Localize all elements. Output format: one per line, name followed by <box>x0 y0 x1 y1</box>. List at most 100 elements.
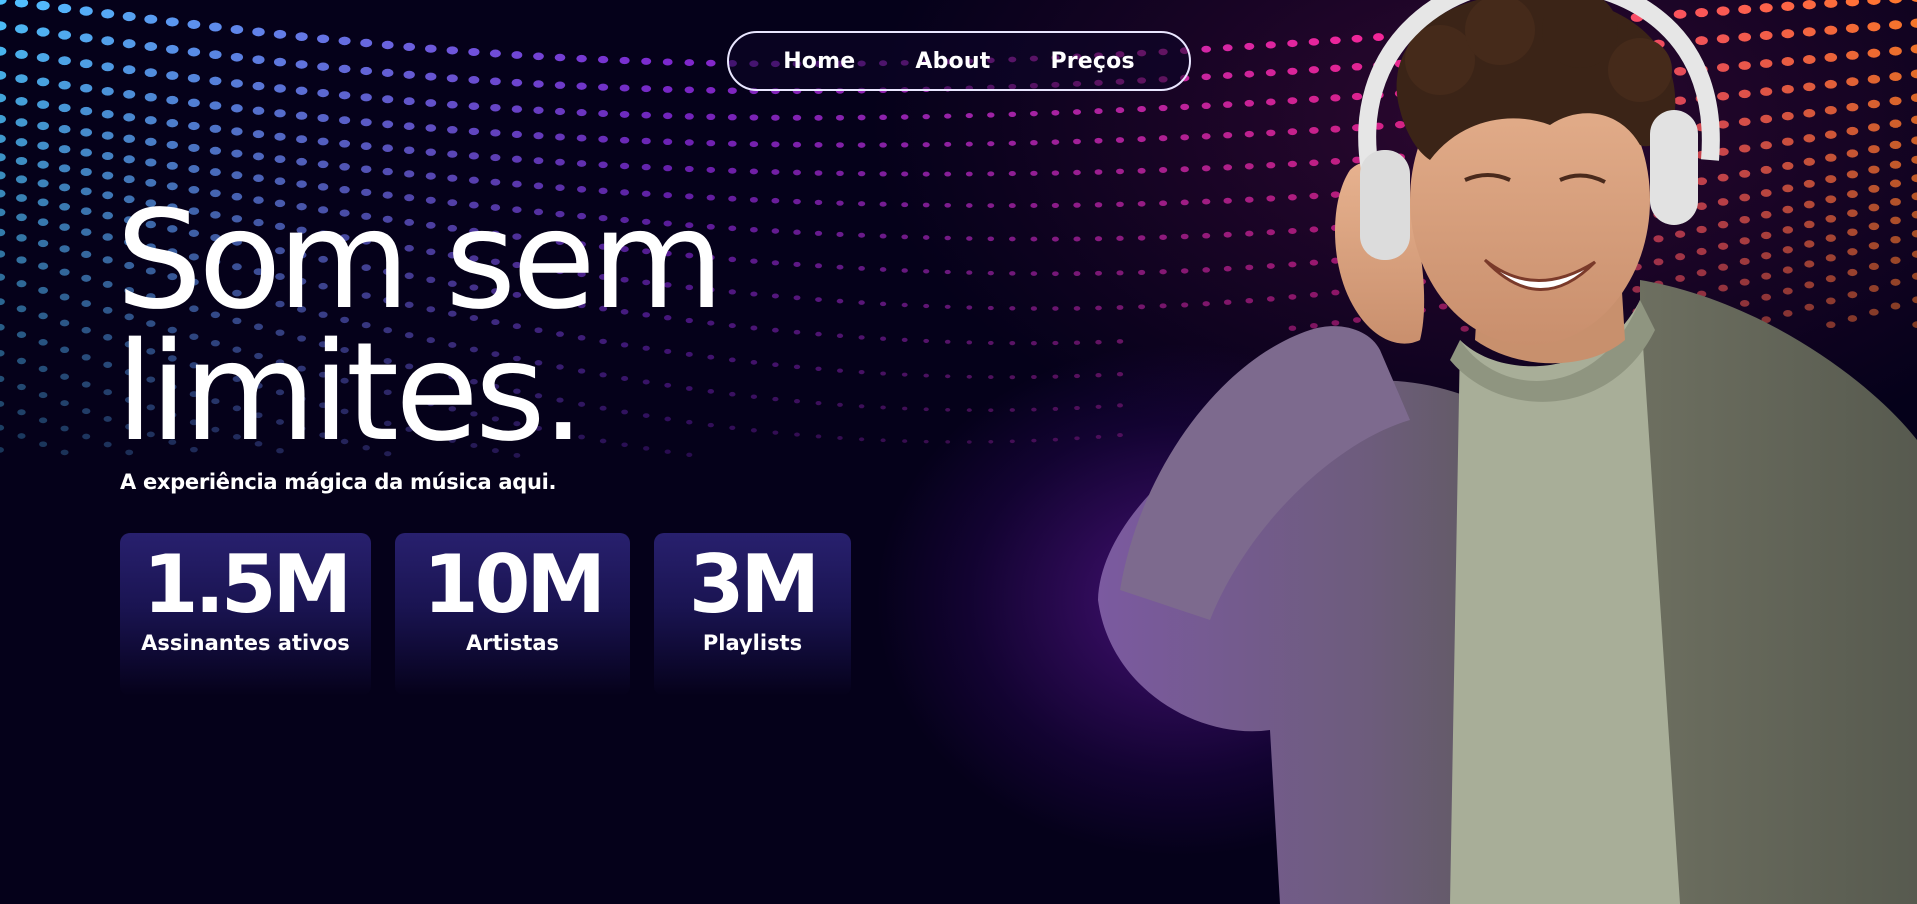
background-dot <box>382 120 394 129</box>
background-dot <box>1051 202 1059 208</box>
background-dot <box>987 203 995 209</box>
hero-title-line-2: limites. <box>116 314 585 472</box>
background-dot <box>1008 236 1016 242</box>
background-dot <box>404 170 415 178</box>
background-dot <box>60 400 69 407</box>
nav-home-link[interactable]: Home <box>783 49 855 74</box>
background-dot <box>38 365 48 373</box>
background-dot <box>1074 405 1080 411</box>
background-dot <box>14 0 29 8</box>
background-dot <box>727 114 737 121</box>
background-dot <box>0 228 6 237</box>
background-dot <box>684 59 695 67</box>
background-dot <box>490 129 501 137</box>
background-dot <box>403 70 415 79</box>
background-dot <box>102 306 113 314</box>
background-dot <box>1009 271 1016 276</box>
background-dot <box>1008 171 1016 177</box>
background-dot <box>38 286 49 294</box>
background-dot <box>339 116 351 125</box>
background-dot <box>60 425 69 432</box>
background-dot <box>209 124 222 133</box>
background-dot <box>317 137 329 146</box>
background-dot <box>1009 306 1016 311</box>
background-dot <box>403 122 415 131</box>
nav-precos-link[interactable]: Preços <box>1050 49 1134 74</box>
background-dot <box>944 269 951 275</box>
background-dot <box>123 65 136 75</box>
background-dot <box>403 42 416 52</box>
background-dot <box>145 158 157 167</box>
background-dot <box>944 339 951 344</box>
nav-about-link[interactable]: About <box>915 49 990 74</box>
background-dot <box>166 119 179 128</box>
background-dot <box>101 109 114 119</box>
background-dot <box>15 138 28 147</box>
background-dot <box>37 218 49 226</box>
background-dot <box>749 141 759 148</box>
background-dot <box>296 157 308 166</box>
background-dot <box>987 236 995 242</box>
background-dot <box>468 47 480 57</box>
background-dot <box>641 137 651 145</box>
background-dot <box>231 104 243 113</box>
background-dot <box>727 87 737 94</box>
background-dot <box>533 80 544 88</box>
background-dot <box>317 88 329 98</box>
background-dot <box>468 102 480 111</box>
background-dot <box>79 33 93 43</box>
background-dot <box>727 140 737 147</box>
background-dot <box>1030 306 1038 311</box>
background-dot <box>16 280 27 288</box>
background-dot <box>1031 374 1037 380</box>
background-dot <box>641 163 651 171</box>
background-dot <box>857 170 866 177</box>
background-dot <box>0 208 6 217</box>
stat-value: 1.5M <box>142 538 352 631</box>
background-dot <box>511 78 523 87</box>
background-dot <box>58 145 71 154</box>
background-dot <box>662 58 673 66</box>
background-dot <box>274 155 286 164</box>
background-dot <box>554 107 566 116</box>
background-dot <box>0 21 7 31</box>
background-dot <box>835 114 845 121</box>
background-dot <box>555 133 565 141</box>
background-dot <box>123 113 136 122</box>
background-dot <box>60 346 70 354</box>
background-dot <box>59 293 70 301</box>
background-dot <box>836 142 844 148</box>
background-dot <box>231 171 243 180</box>
background-dot <box>36 77 50 87</box>
background-dot <box>296 135 308 144</box>
background-dot <box>81 250 92 259</box>
background-dot <box>1031 438 1037 443</box>
background-dot <box>425 44 437 53</box>
background-dot <box>144 68 157 77</box>
background-dot <box>425 148 436 156</box>
background-dot <box>102 211 114 220</box>
background-dot <box>1008 140 1016 146</box>
hero-section: Home About Preços Som sem limites. A exp… <box>0 0 1917 904</box>
background-dot <box>425 72 437 81</box>
background-dot <box>145 137 157 146</box>
background-dot <box>338 36 351 46</box>
background-dot <box>0 153 6 162</box>
background-dot <box>0 134 6 143</box>
background-dot <box>360 38 373 48</box>
background-dot <box>403 97 415 106</box>
background-dot <box>81 354 91 361</box>
background-dot <box>576 82 587 90</box>
background-dot <box>209 146 222 155</box>
background-dot <box>382 95 394 104</box>
background-dot <box>37 239 49 248</box>
background-dot <box>274 132 286 141</box>
background-dot <box>663 112 673 120</box>
background-dot <box>80 148 92 157</box>
background-dot <box>1030 110 1038 117</box>
background-dot <box>576 109 587 117</box>
background-dot <box>1009 439 1015 444</box>
stat-card-artists: 10M Artistas <box>395 533 630 696</box>
background-dot <box>101 62 114 72</box>
background-dot <box>295 32 308 41</box>
